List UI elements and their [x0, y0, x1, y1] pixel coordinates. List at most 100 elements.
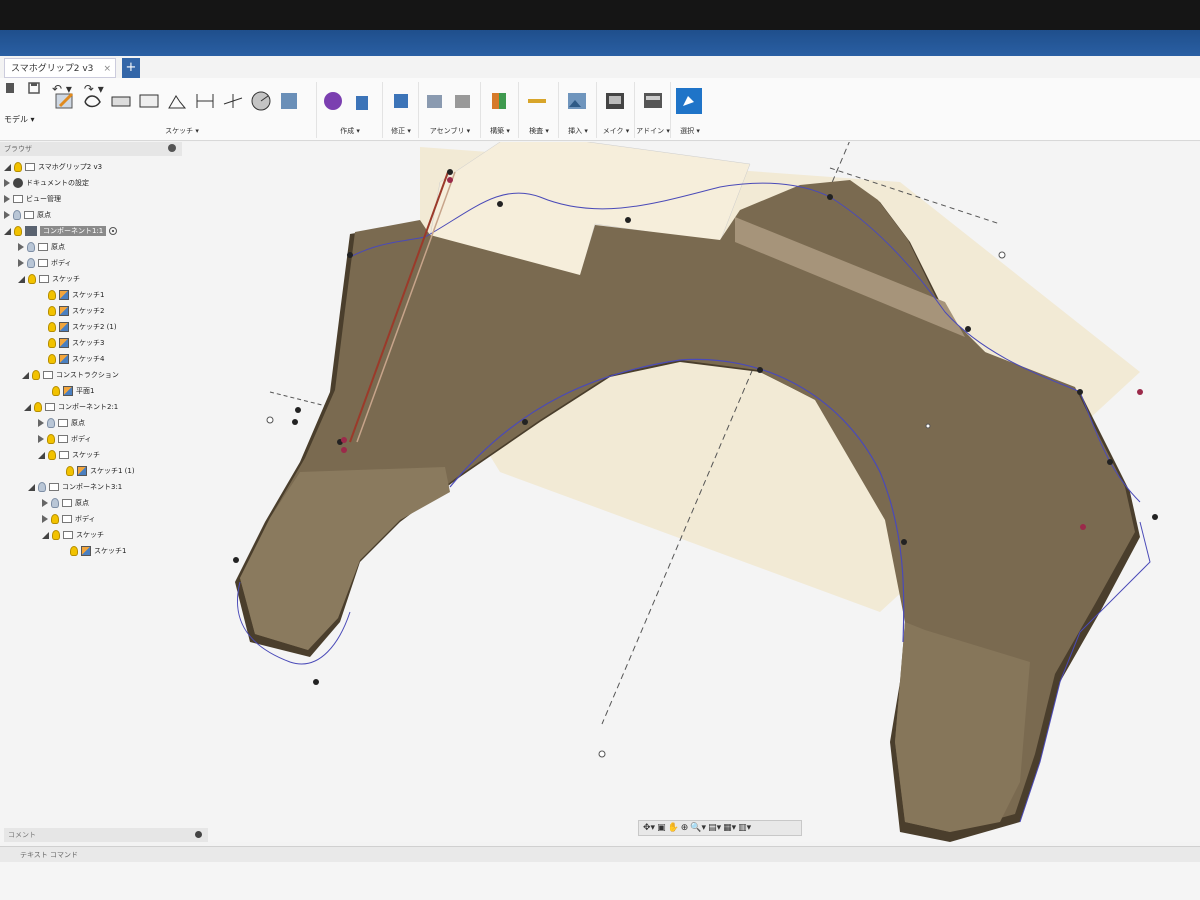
collapse-icon[interactable] [4, 195, 10, 203]
look-at-icon[interactable]: ▣ [657, 823, 666, 833]
addins-group[interactable]: アドイン ▾ [636, 82, 671, 138]
expand-icon[interactable] [4, 227, 11, 235]
assemble-group[interactable]: アセンブリ ▾ [420, 82, 481, 138]
modify-group[interactable]: 修正 ▾ [384, 82, 419, 138]
project-icon[interactable] [250, 90, 272, 112]
visibility-bulb-icon[interactable] [38, 482, 46, 492]
visibility-bulb-icon[interactable] [47, 418, 55, 428]
tree-item-component3[interactable]: コンポーネント3:1 [28, 480, 122, 494]
orbit-icon[interactable]: ✥▾ [643, 823, 655, 833]
trim-icon[interactable] [166, 90, 188, 112]
visibility-bulb-icon[interactable] [13, 210, 21, 220]
tree-item-sketches[interactable]: スケッチ [38, 448, 100, 462]
display-settings-icon[interactable]: ▤▾ [708, 823, 721, 833]
visibility-bulb-icon[interactable] [32, 370, 40, 380]
tree-item-sketch[interactable]: スケッチ1 [48, 288, 104, 302]
workspace-switcher[interactable]: モデル ▾ [4, 114, 35, 125]
line-icon[interactable] [82, 90, 104, 112]
tree-item-sketches[interactable]: スケッチ [42, 528, 104, 542]
new-component-icon[interactable] [424, 90, 446, 112]
grid-settings-icon[interactable]: ▦▾ [723, 823, 736, 833]
tree-item-sketch[interactable]: スケッチ2 [48, 304, 104, 318]
save-icon[interactable] [28, 82, 40, 94]
dimension-icon[interactable] [194, 90, 216, 112]
visibility-bulb-icon[interactable] [14, 162, 22, 172]
visibility-bulb-icon[interactable] [48, 306, 56, 316]
insert-group[interactable]: 挿入 ▾ [560, 82, 597, 138]
visibility-bulb-icon[interactable] [47, 434, 55, 444]
stop-sketch-icon[interactable] [278, 90, 300, 112]
constraint-icon[interactable] [222, 90, 244, 112]
tree-item-construction[interactable]: コンストラクション [22, 368, 119, 382]
collapse-icon[interactable] [4, 211, 10, 219]
document-tab[interactable]: スマホグリップ2 v3 × [4, 58, 116, 78]
collapse-icon[interactable] [42, 515, 48, 523]
visibility-bulb-icon[interactable] [48, 322, 56, 332]
tree-item-bodies[interactable]: ボディ [42, 512, 96, 526]
comments-panel[interactable]: コメント [4, 828, 208, 842]
collapse-icon[interactable] [38, 419, 44, 427]
text-command-bar[interactable]: テキスト コマンド [0, 846, 1200, 862]
tree-item-sketch[interactable]: スケッチ1 [70, 544, 126, 558]
visibility-bulb-icon[interactable] [51, 514, 59, 524]
file-icon[interactable] [4, 82, 16, 94]
joint-icon[interactable] [452, 90, 474, 112]
rectangle-icon[interactable] [110, 90, 132, 112]
visibility-bulb-icon[interactable] [28, 274, 36, 284]
rectangle-2pt-icon[interactable] [138, 90, 160, 112]
plane-icon[interactable] [488, 90, 510, 112]
measure-icon[interactable] [526, 90, 548, 112]
zoom-icon[interactable]: ⊕ [681, 823, 689, 833]
visibility-bulb-icon[interactable] [48, 450, 56, 460]
collapse-icon[interactable] [4, 179, 10, 187]
tree-item-origin[interactable]: 原点 [4, 208, 51, 222]
pin-icon[interactable] [195, 831, 202, 838]
3d-print-icon[interactable] [604, 90, 626, 112]
tree-item-component1[interactable]: コンポーネント1:1 [4, 224, 118, 238]
collapse-icon[interactable] [42, 499, 48, 507]
tree-item-sketch[interactable]: スケッチ4 [48, 352, 104, 366]
scripts-icon[interactable] [642, 90, 664, 112]
zoom-window-icon[interactable]: 🔍▾ [690, 823, 706, 833]
visibility-bulb-icon[interactable] [27, 242, 35, 252]
expand-icon[interactable] [24, 403, 31, 411]
activate-radio-icon[interactable] [109, 227, 118, 235]
pin-icon[interactable] [168, 144, 176, 152]
visibility-bulb-icon[interactable] [52, 386, 60, 396]
collapse-icon[interactable] [38, 435, 44, 443]
close-icon[interactable]: × [103, 59, 111, 79]
expand-icon[interactable] [18, 275, 25, 283]
visibility-bulb-icon[interactable] [27, 258, 35, 268]
create-sketch-icon[interactable] [54, 90, 76, 112]
select-icon[interactable] [676, 88, 702, 114]
viewports-icon[interactable]: ▥▾ [738, 823, 751, 833]
form-icon[interactable] [322, 90, 344, 112]
tree-item-origin[interactable]: 原点 [38, 416, 85, 430]
visibility-bulb-icon[interactable] [34, 402, 42, 412]
extrude-icon[interactable] [352, 90, 374, 112]
visibility-bulb-icon[interactable] [48, 338, 56, 348]
tree-item-sketches[interactable]: スケッチ [18, 272, 80, 286]
make-group[interactable]: メイク ▾ [598, 82, 635, 138]
construct-group[interactable]: 構築 ▾ [482, 82, 519, 138]
visibility-bulb-icon[interactable] [14, 226, 22, 236]
insert-image-icon[interactable] [566, 90, 588, 112]
tree-item-sketch[interactable]: スケッチ1 (1) [66, 464, 135, 478]
tree-item-plane[interactable]: 平面1 [52, 384, 94, 398]
collapse-icon[interactable] [18, 259, 24, 267]
visibility-bulb-icon[interactable] [70, 546, 78, 556]
tree-item-origin[interactable]: 原点 [18, 240, 65, 254]
create-group[interactable]: 作成 ▾ [318, 82, 383, 138]
command-input-area[interactable] [0, 862, 1200, 900]
press-pull-icon[interactable] [390, 90, 412, 112]
tree-root[interactable]: スマホグリップ2 v3 [4, 160, 102, 174]
visibility-bulb-icon[interactable] [52, 530, 60, 540]
new-tab-button[interactable]: + [122, 58, 140, 78]
expand-icon[interactable] [4, 163, 11, 171]
sketch-group[interactable]: スケッチ ▾ [48, 82, 317, 138]
select-group[interactable]: 選択 ▾ [672, 82, 708, 138]
visibility-bulb-icon[interactable] [48, 354, 56, 364]
visibility-bulb-icon[interactable] [66, 466, 74, 476]
tree-item-view-mgmt[interactable]: ビュー管理 [4, 192, 61, 206]
pan-icon[interactable]: ✋ [668, 823, 679, 833]
